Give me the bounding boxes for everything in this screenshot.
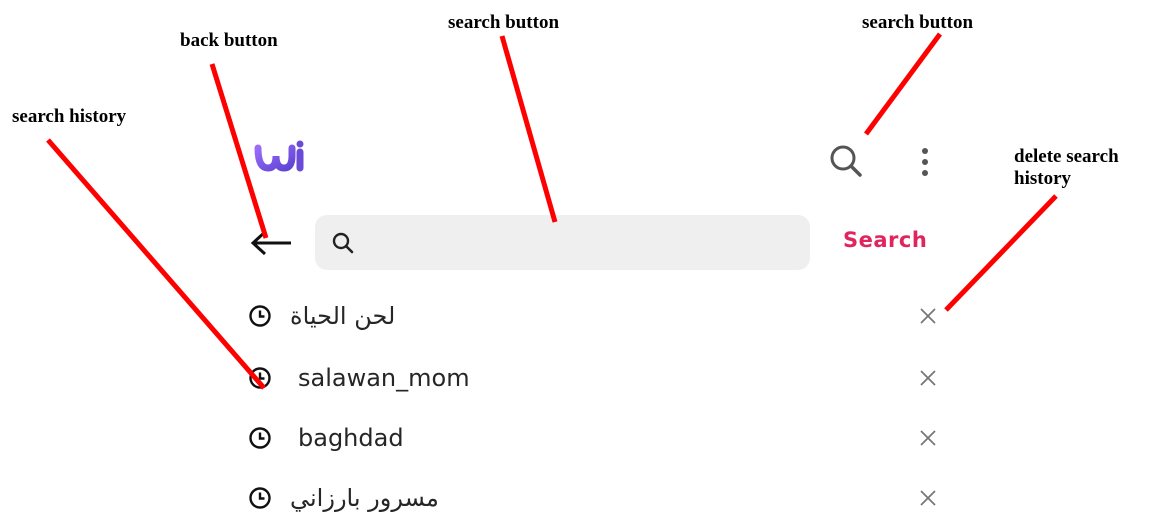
annotation-delete-search-history: delete search history [1014, 146, 1119, 189]
clock-icon [249, 367, 271, 389]
annotation-line-delete [944, 194, 1058, 312]
history-item[interactable]: لحن الحياة [248, 296, 948, 336]
clock-icon [249, 305, 271, 327]
clock-icon [249, 427, 271, 449]
history-item[interactable]: baghdad [248, 418, 948, 458]
annotation-line-search-right [863, 32, 943, 136]
search-submit-button[interactable]: Search [843, 228, 927, 252]
history-item-label: لحن الحياة [290, 302, 396, 330]
search-icon [830, 145, 862, 177]
history-item-label: salawan_mom [298, 364, 470, 392]
history-item-label: مسرور بارزاني [290, 484, 439, 512]
history-item-label: baghdad [298, 424, 404, 452]
history-item[interactable]: مسرور بارزاني [248, 478, 948, 518]
history-item[interactable]: salawan_mom [248, 358, 948, 398]
annotation-search-button-center: search button [448, 12, 560, 33]
annotation-line-history [46, 138, 266, 390]
close-icon[interactable] [918, 488, 938, 508]
close-icon[interactable] [918, 428, 938, 448]
more-vertical-icon [922, 148, 928, 176]
app-logo [254, 140, 304, 172]
search-icon-button[interactable] [826, 143, 866, 179]
annotation-back-button: back button [180, 30, 278, 51]
arrow-left-icon [250, 230, 291, 256]
more-menu-button[interactable] [915, 145, 935, 179]
annotation-search-history: search history [12, 106, 127, 127]
search-input[interactable] [365, 230, 789, 255]
clock-icon [249, 487, 271, 509]
back-button[interactable] [248, 228, 294, 258]
annotation-search-button-right: search button [862, 12, 974, 33]
search-icon [332, 232, 354, 253]
close-icon[interactable] [918, 306, 938, 326]
close-icon[interactable] [918, 368, 938, 388]
search-field[interactable] [315, 215, 810, 270]
annotation-line-search-center [499, 35, 558, 223]
